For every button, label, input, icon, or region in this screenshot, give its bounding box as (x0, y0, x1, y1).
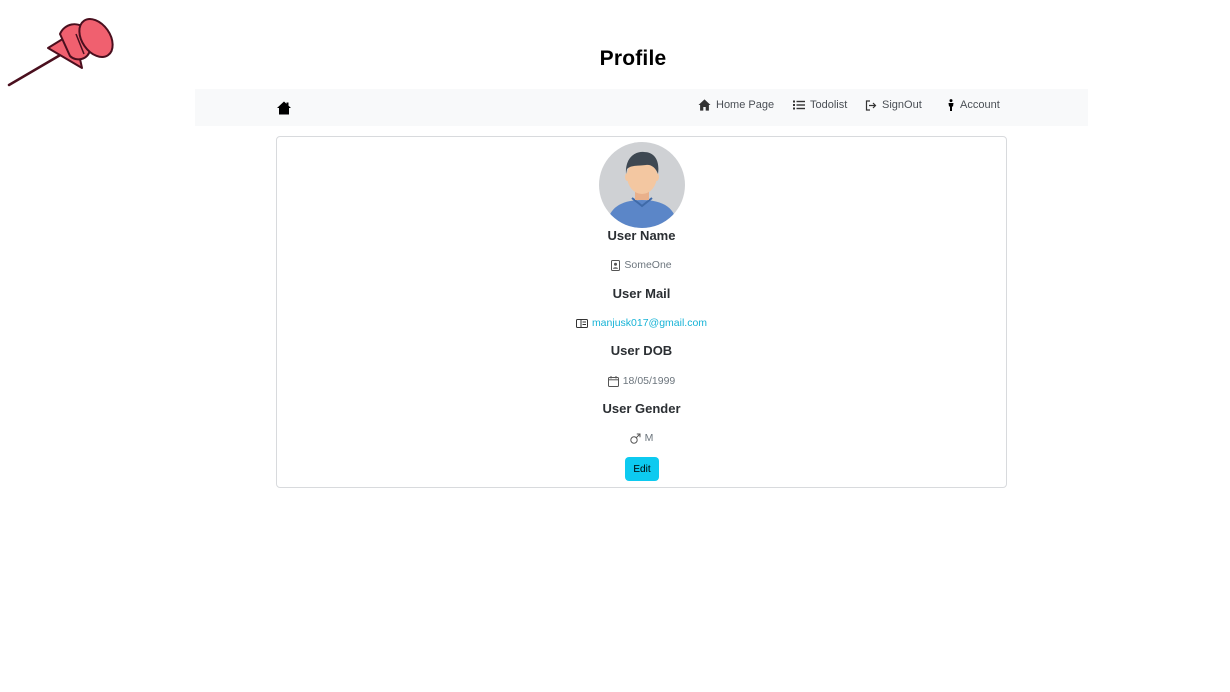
nav-item-label: Account (960, 99, 1000, 111)
user-name-value: SomeOne (277, 259, 1006, 271)
sign-out-icon (865, 99, 877, 111)
nav-item-label: SignOut (882, 99, 922, 111)
nav-item-account[interactable]: Account (947, 99, 1000, 111)
user-mail-value: manjusk017@gmail.com (277, 317, 1006, 329)
page-title: Profile (599, 47, 667, 70)
nav-item-signout[interactable]: SignOut (865, 99, 922, 111)
calendar-icon (607, 375, 619, 387)
user-name-text: SomeOne (624, 259, 672, 271)
avatar (599, 142, 685, 228)
nav-item-label: Home Page (716, 99, 775, 111)
home-icon[interactable] (276, 100, 292, 116)
edit-button[interactable]: Edit (625, 457, 659, 481)
user-gender-text: M (644, 432, 654, 444)
user-mail-link[interactable]: manjusk017@gmail.com (592, 317, 707, 329)
user-gender-value: M (277, 432, 1006, 444)
mail-card-icon (575, 318, 588, 328)
page: Profile Home Page Todolist SignOut Accou… (0, 0, 1230, 692)
user-gender-label: User Gender (602, 401, 681, 416)
profile-card: User Name SomeOne User Mail manjusk017@g… (276, 136, 1007, 488)
user-name-label: User Name (607, 228, 676, 243)
nav-item-home-page[interactable]: Home Page (698, 99, 774, 111)
user-dob-label: User DOB (610, 343, 673, 358)
navbar: Home Page Todolist SignOut Account (195, 89, 1088, 126)
user-dob-text: 18/05/1999 (622, 375, 676, 387)
user-mail-label: User Mail (612, 286, 671, 301)
home-icon (698, 99, 711, 111)
nav-item-todolist[interactable]: Todolist (793, 99, 847, 111)
user-dob-value: 18/05/1999 (277, 375, 1006, 387)
person-badge-icon (611, 259, 621, 271)
person-icon (948, 99, 954, 111)
male-symbol-icon (629, 433, 641, 444)
nav-item-label: Todolist (810, 99, 848, 111)
list-icon (793, 100, 805, 110)
